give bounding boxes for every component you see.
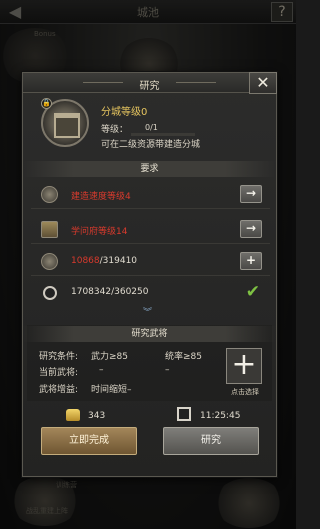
research-dialog: 研究 ✕ 🔒 分城等级0 等级： 0/1 可在二级资源带建造分城 要求 建造速度… [22,72,277,477]
time-cost: 11:25:45 [200,411,241,421]
current-general-value: – [99,365,104,375]
goto-button[interactable]: → [240,185,262,203]
complete-now-button[interactable]: 立即完成 [41,427,137,455]
tech-name: 分城等级0 [101,107,148,118]
construction-speed-icon [41,186,58,203]
add-resource-button[interactable]: + [240,252,262,270]
condition-label: 研究条件: [39,352,79,362]
bonus-value: 时间缩短– [91,385,132,395]
requirement-text: 学问府等级14 [71,227,128,237]
level-progress-bar [131,133,195,136]
select-general-caption: 点击选择 [231,388,259,396]
resource-need: /319410 [99,256,138,266]
research-button[interactable]: 研究 [163,427,259,455]
resource-icon [41,253,58,270]
select-general-button[interactable]: + [226,348,262,384]
requirement-row: 学问府等级14 → [31,216,270,244]
requirement-row: 1708342/360250 ✔ [31,279,270,307]
condition-value: 武力≥85 [91,352,128,362]
resource-have: 10868 [71,256,100,266]
tech-description: 可在二级资源带建造分城 [101,140,201,150]
resource-have: 1708342 [71,287,112,297]
hourglass-icon [177,407,191,421]
lock-icon: 🔒 [41,98,52,109]
level-value: 0/1 [145,123,158,132]
dialog-title-bar: 研究 [23,73,276,93]
resource-need: /360250 [111,287,149,297]
gold-icon [66,409,80,421]
bonus-label: 武将增益: [39,385,79,395]
checkmark-icon: ✔ [245,282,260,302]
dialog-title: 研究 [139,81,160,92]
current-general-label: 当前武将: [39,368,79,378]
goto-button[interactable]: → [240,220,262,238]
requirement-row: 10868/319410 + [31,248,270,276]
title-ornament [176,82,216,83]
condition-value-2: 统率≥85 [165,352,202,362]
level-label: 等级： [101,125,129,135]
gold-cost: 343 [88,411,106,421]
requirement-text: 10868/319410 [71,256,137,266]
silver-coin-icon [43,286,57,300]
requirement-text: 1708342/360250 [71,287,148,297]
close-button[interactable]: ✕ [249,72,277,94]
requirement-text: 建造速度等级4 [71,192,131,202]
academy-icon [41,221,58,238]
general-header: 研究武将 [23,326,276,342]
chevron-down-icon[interactable]: ︾ [143,305,152,318]
requirement-row: 建造速度等级4 → [31,181,270,209]
current-general-value-2: – [165,365,170,375]
requirements-header: 要求 [23,161,276,177]
